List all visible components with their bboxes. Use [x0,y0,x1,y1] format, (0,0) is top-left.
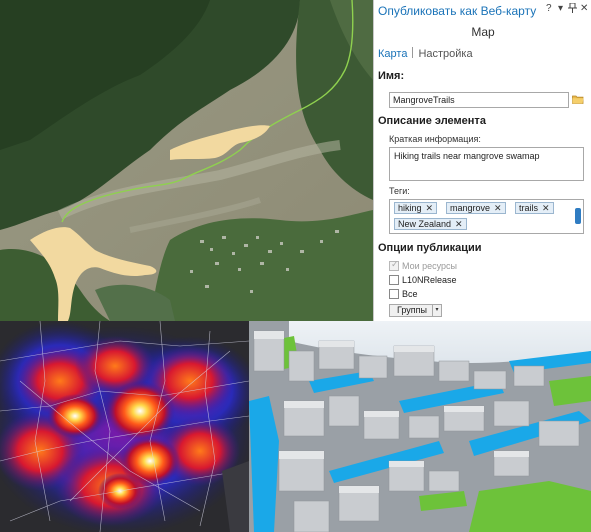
tag-remove-icon[interactable]: ✕ [455,219,463,229]
pane-tabs: Карта Настройка [378,47,473,63]
help-button[interactable]: ? [546,3,552,14]
tab-map[interactable]: Карта [378,48,407,60]
publish-web-map-pane: Опубликовать как Веб-карту ? ▾ ✕ Map Кар… [373,0,591,321]
item-description-heading: Описание элемента [378,115,486,127]
3d-buildings-image [249,321,591,532]
scrollbar-thumb[interactable] [575,208,581,224]
summary-label: Краткая информация: [389,134,481,144]
tag-chip: New Zealand ✕ [394,218,467,230]
option-l10nrelease[interactable]: L10NRelease [389,275,457,287]
name-input[interactable] [389,92,569,108]
tag-label: New Zealand [398,219,452,229]
groups-dropdown-button[interactable]: Группы ▾ [389,304,442,317]
checkbox-icon[interactable] [389,275,399,285]
option-my-content[interactable]: Мои ресурсы [389,259,458,273]
checkbox-checked-icon[interactable] [389,259,399,271]
tag-chip: trails ✕ [515,202,554,214]
heatmap-view[interactable] [0,321,249,532]
aerial-map-image [0,0,373,321]
tag-chip: hiking ✕ [394,202,438,214]
checkbox-icon[interactable] [389,289,399,299]
pane-options-button[interactable]: ▾ [558,3,563,14]
name-label: Имя: [378,70,405,82]
3d-scene-view[interactable] [249,321,591,532]
tag-chip: mangrove ✕ [446,202,506,214]
tab-divider [412,47,414,58]
pane-title: Опубликовать как Веб-карту [378,4,537,18]
tag-remove-icon[interactable]: ✕ [494,203,502,213]
tag-label: trails [519,203,539,213]
folder-icon[interactable] [572,93,584,105]
option-label: L10NRelease [402,275,457,285]
pane-titlebar: Опубликовать как Веб-карту ? ▾ ✕ [374,0,591,22]
tags-input[interactable]: hiking ✕ mangrove ✕ trails ✕ New Zealand ✕ [389,199,584,234]
aerial-map-view[interactable] [0,0,373,321]
tag-remove-icon[interactable]: ✕ [542,203,550,213]
option-label: Мои ресурсы [402,261,458,271]
groups-label: Группы [397,305,427,315]
tab-configuration[interactable]: Настройка [418,48,472,60]
close-button[interactable]: ✕ [580,3,588,14]
option-label: Все [402,289,418,299]
summary-textarea[interactable]: Hiking trails near mangrove swamap [389,147,584,181]
tag-label: hiking [398,203,422,213]
tag-remove-icon[interactable]: ✕ [426,203,434,213]
tag-label: mangrove [450,203,491,213]
publish-options-heading: Опции публикации [378,242,482,254]
option-everyone[interactable]: Все [389,289,418,301]
chevron-down-icon[interactable]: ▾ [432,305,441,316]
pin-icon[interactable] [568,2,577,16]
tags-label: Теги: [389,186,410,196]
heatmap-image [0,321,249,532]
tags-scrollbar[interactable] [575,202,581,232]
pane-subtitle: Map [471,25,495,39]
